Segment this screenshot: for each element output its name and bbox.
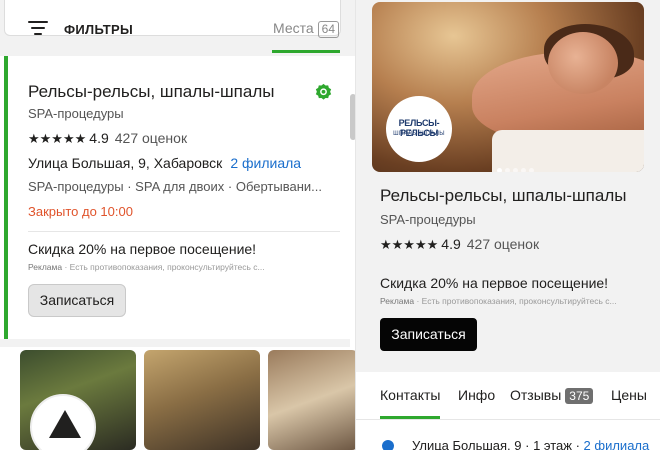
detail-category[interactable]: SPA-процедуры: [380, 212, 476, 227]
place-title[interactable]: Рельсы-рельсы, шпалы-шпалы: [28, 82, 274, 102]
reviews-count: 427 оценок: [114, 130, 188, 146]
brand-logo-line2: ШПАЛЫ-ШПАЛЫ: [393, 131, 445, 137]
gallery-dot[interactable]: [505, 168, 510, 172]
gallery-photo[interactable]: РЕЛЬСЫ-РЕЛЬСЫ ШПАЛЫ-ШПАЛЫ: [372, 2, 644, 172]
gallery-dot[interactable]: [513, 168, 518, 172]
ad-label: Реклама: [28, 262, 63, 272]
tab-info[interactable]: Инфо: [458, 387, 495, 403]
filter-icon[interactable]: [28, 21, 48, 35]
contacts-address[interactable]: Улица Большая, 9 · 1 этаж · 2 филиала: [412, 438, 649, 450]
rating-stars: ★★★★★: [28, 131, 87, 146]
ad-disclaimer-text: Есть противопоказания, проконсультируйте…: [69, 262, 265, 272]
contacts-branches-link[interactable]: 2 филиала: [584, 438, 650, 450]
ad-disclaimer-text: Есть противопоказания, проконсультируйте…: [421, 296, 617, 306]
filters-button[interactable]: ФИЛЬТРЫ: [64, 22, 133, 37]
address-row: Улица Большая, 9, Хабаровск 2 филиала: [28, 155, 301, 171]
tab-reviews[interactable]: Отзывы 375: [510, 387, 594, 404]
rating-row[interactable]: ★★★★★ 4.9 427 оценок: [28, 130, 187, 147]
gallery-dot[interactable]: [529, 168, 534, 172]
services-list: SPA-процедуры · SPA для двоих · Обертыва…: [28, 179, 322, 194]
detail-book-button[interactable]: Записаться: [380, 318, 477, 351]
ad-label: Реклама: [380, 296, 415, 306]
rating-value: 4.9: [441, 236, 461, 252]
result-card[interactable]: Рельсы-рельсы, шпалы-шпалы SPA-процедуры…: [4, 56, 350, 339]
tab-places[interactable]: Места 64: [273, 20, 340, 38]
brand-logo: РЕЛЬСЫ-РЕЛЬСЫ ШПАЛЫ-ШПАЛЫ: [386, 96, 452, 162]
photo-thumbnail[interactable]: [20, 350, 136, 450]
tab-places-underline: [272, 50, 340, 53]
ad-disclaimer: Реклама · Есть противопоказания, проконс…: [28, 262, 265, 272]
gallery-dots[interactable]: [497, 160, 537, 172]
detail-promo-text: Скидка 20% на первое посещение!: [380, 275, 609, 291]
place-address: Улица Большая, 9, Хабаровск: [28, 155, 223, 171]
list-header: ФИЛЬТРЫ Места 64: [0, 0, 355, 56]
detail-header: РЕЛЬСЫ-РЕЛЬСЫ ШПАЛЫ-ШПАЛЫ Рельсы-рельсы,…: [356, 0, 660, 370]
location-dot-icon: [382, 440, 394, 450]
photo-thumbnail[interactable]: [144, 350, 260, 450]
photo-thumbnail[interactable]: [268, 350, 355, 450]
verified-icon: [315, 83, 332, 100]
detail-ad-disclaimer: Реклама · Есть противопоказания, проконс…: [380, 296, 617, 306]
places-count-badge: 64: [317, 21, 340, 38]
reviews-count-badge: 375: [565, 388, 594, 404]
detail-title: Рельсы-рельсы, шпалы-шпалы: [380, 186, 627, 205]
hours-status: Закрыто до 10:00: [28, 204, 133, 219]
place-logo: [30, 394, 96, 450]
card-divider: [28, 231, 340, 232]
rating-value: 4.9: [89, 130, 109, 146]
book-button[interactable]: Записаться: [28, 284, 126, 317]
tab-prices[interactable]: Цены: [611, 387, 647, 403]
detail-rating-row[interactable]: ★★★★★ 4.9 427 оценок: [380, 236, 539, 253]
next-card-photos[interactable]: [20, 350, 355, 450]
reviews-count: 427 оценок: [466, 236, 540, 252]
gallery-dot-active[interactable]: [497, 168, 502, 172]
results-panel: ФИЛЬТРЫ Места 64 Рельсы-рельсы, шпалы-шпа…: [0, 0, 356, 450]
gallery-dot[interactable]: [521, 168, 526, 172]
tab-places-label: Места: [273, 20, 314, 36]
tab-contacts[interactable]: Контакты: [380, 387, 440, 403]
card-separator: [0, 339, 350, 347]
place-category: SPA-процедуры: [28, 106, 124, 121]
logo-mountain-icon: [49, 410, 81, 438]
tab-contacts-underline: [380, 416, 440, 419]
rating-stars: ★★★★★: [380, 237, 439, 252]
tab-reviews-label: Отзывы: [510, 387, 562, 403]
place-detail-panel: РЕЛЬСЫ-РЕЛЬСЫ ШПАЛЫ-ШПАЛЫ Рельсы-рельсы,…: [356, 0, 660, 450]
photo-subject-head: [548, 32, 618, 94]
promo-text: Скидка 20% на первое посещение!: [28, 241, 257, 257]
detail-tabs: Контакты Инфо Отзывы 375 Цены: [356, 372, 660, 420]
contacts-address-text: Улица Большая, 9 · 1 этаж ·: [412, 438, 584, 450]
contacts-address-row: Улица Большая, 9 · 1 этаж · 2 филиала: [356, 420, 660, 450]
branches-link[interactable]: 2 филиала: [230, 155, 301, 171]
